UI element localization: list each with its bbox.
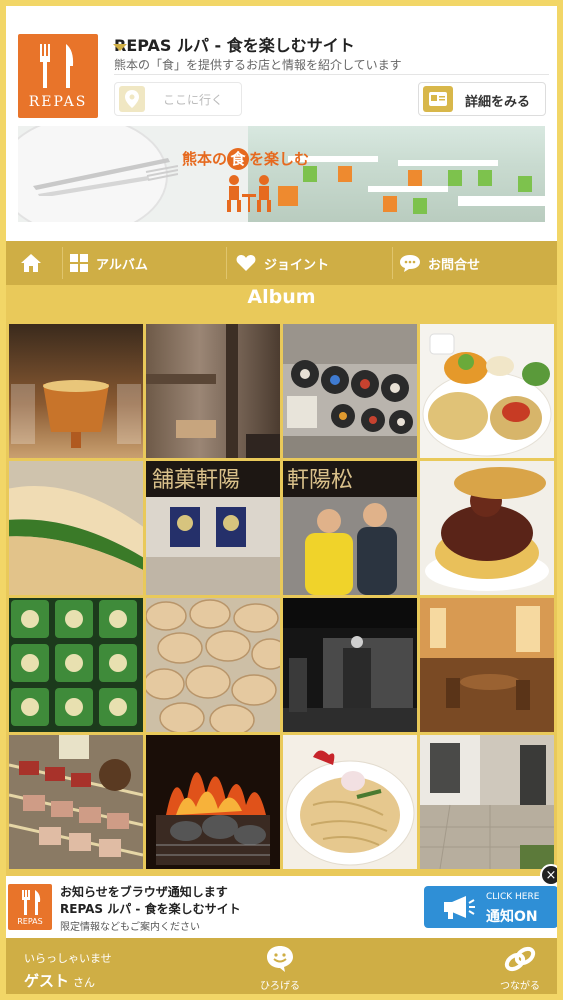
guest-honorific: さん [73,976,96,989]
tagline-food: 食 [227,148,250,170]
header-banner[interactable]: 熊本の食を楽しむ [18,126,545,222]
map-pin-icon [119,86,145,112]
photo-beer[interactable] [9,324,143,458]
storefront-image [283,598,417,732]
album-title: Album [247,286,316,308]
guest-name: ゲスト さん [24,970,95,991]
shop-sign-left: 舗菓軒陽 [152,468,240,493]
fork-icon [40,44,50,88]
photo-plate-rice[interactable] [420,324,554,458]
tagline-prefix: 熊本の [182,150,228,168]
footer-connect-button[interactable]: つながる [490,944,550,992]
photo-grill[interactable] [146,735,280,869]
nav-contact[interactable]: お問合せ [400,241,530,285]
chat-icon [400,255,420,272]
notification-logo-text: REPAS [17,917,43,926]
photo-pasta[interactable] [283,735,417,869]
notify-button-caption: CLICK HERE [486,892,540,902]
heart-icon [236,255,256,271]
shop-sign-right: 軒陽松 [287,468,353,493]
go-here-button[interactable]: ここに行く [114,82,242,116]
go-here-label: ここに行く [163,93,224,107]
megaphone-icon [444,896,475,919]
logo-text: REPAS [28,94,88,110]
footer-expand-button[interactable]: ひろげる [250,944,310,992]
photo-bar-interior[interactable] [146,324,280,458]
notify-button-label: 通知ON [486,909,538,925]
id-card-icon [423,86,453,112]
nav-album[interactable]: アルバム [70,241,190,285]
photo-banh-mi[interactable] [9,461,143,595]
site-logo[interactable]: REPAS [18,34,98,118]
home-icon [21,254,41,272]
sweets-shop-image: 舗菓軒陽 [146,461,280,595]
notification-logo: REPAS [8,884,52,930]
photo-storefront-night[interactable] [283,598,417,732]
photo-staff[interactable]: 軒陽松 [283,461,417,595]
bar-interior-image [146,324,280,458]
rice-plate-image [422,333,552,457]
nav-contact-label: お問合せ [428,257,481,273]
photo-cookies[interactable] [146,598,280,732]
cookies-image [146,599,280,732]
dining-room-image [420,598,554,732]
diners-icon [227,175,271,212]
link-icon [504,946,536,972]
notification-line3: 限定情報などもご案内ください [60,922,200,933]
details-label: 詳細をみる [465,95,531,110]
restaurant-interior-image [248,126,545,222]
site-header: REPAS REPAS ルパ - 食を楽しむサイト 熊本の「食」を提供するお店と… [6,6,557,241]
smile-chat-icon [267,946,293,972]
photo-yakitori[interactable] [9,735,143,869]
record-wall-image [283,324,417,458]
photo-records[interactable] [283,324,417,458]
footer-connect-label: つながる [500,981,540,992]
photo-sweets-shop[interactable]: 舗菓軒陽 [146,461,280,595]
knife-icon [66,44,74,88]
tagline-suffix: を楽しむ [249,150,310,168]
details-button[interactable]: 詳細をみる [418,82,546,116]
pasta-image [285,750,415,866]
notification-line1: お知らせをブラウザ通知します [60,885,228,899]
photo-building-exterior[interactable] [420,735,554,869]
nav-home[interactable] [20,241,56,285]
building-exterior-image [420,735,554,869]
beer-glasses-image [11,380,141,448]
grid-icon [70,254,88,272]
cutlery-image [33,158,178,196]
welcome-text: いらっしゃいませ [24,952,112,965]
divider [114,74,549,75]
staff-photo-image: 軒陽松 [283,461,417,595]
banner-tagline: 熊本の食を楽しむ [182,148,309,170]
packaged-sweets-image [11,600,137,726]
grill-fire-image [156,772,270,865]
notify-on-button[interactable]: CLICK HERE 通知ON [424,886,558,928]
active-tab-indicator [113,44,127,51]
photo-dorayaki[interactable] [420,461,554,595]
close-icon[interactable]: × [540,864,562,886]
guest-label: ゲスト [24,972,70,990]
push-notification-banner: REPAS お知らせをブラウザ通知します REPAS ルパ - 食を楽しむサイト… [0,864,563,938]
dorayaki-image [425,467,549,591]
nav-album-label: アルバム [96,257,148,273]
notification-line2: REPAS ルパ - 食を楽しむサイト [60,902,241,916]
footer-bar: いらっしゃいませ ゲスト さん ひろげる つながる [0,938,563,1000]
sandwich-image [9,461,143,595]
photo-packaged-sweets[interactable] [9,598,143,732]
yakitori-image [9,735,143,869]
photo-dining-room[interactable] [420,598,554,732]
main-nav: アルバム ジョイント お問合せ [6,241,557,285]
nav-joint[interactable]: ジョイント [236,241,366,285]
album-grid: 舗菓軒陽 軒陽松 [9,324,555,872]
site-subtitle: 熊本の「食」を提供するお店と情報を紹介しています [114,58,402,72]
nav-joint-label: ジョイント [264,257,330,273]
site-title: REPAS ルパ - 食を楽しむサイト [114,36,355,55]
footer-expand-label: ひろげる [260,981,300,992]
cutlery-icon [22,890,41,915]
